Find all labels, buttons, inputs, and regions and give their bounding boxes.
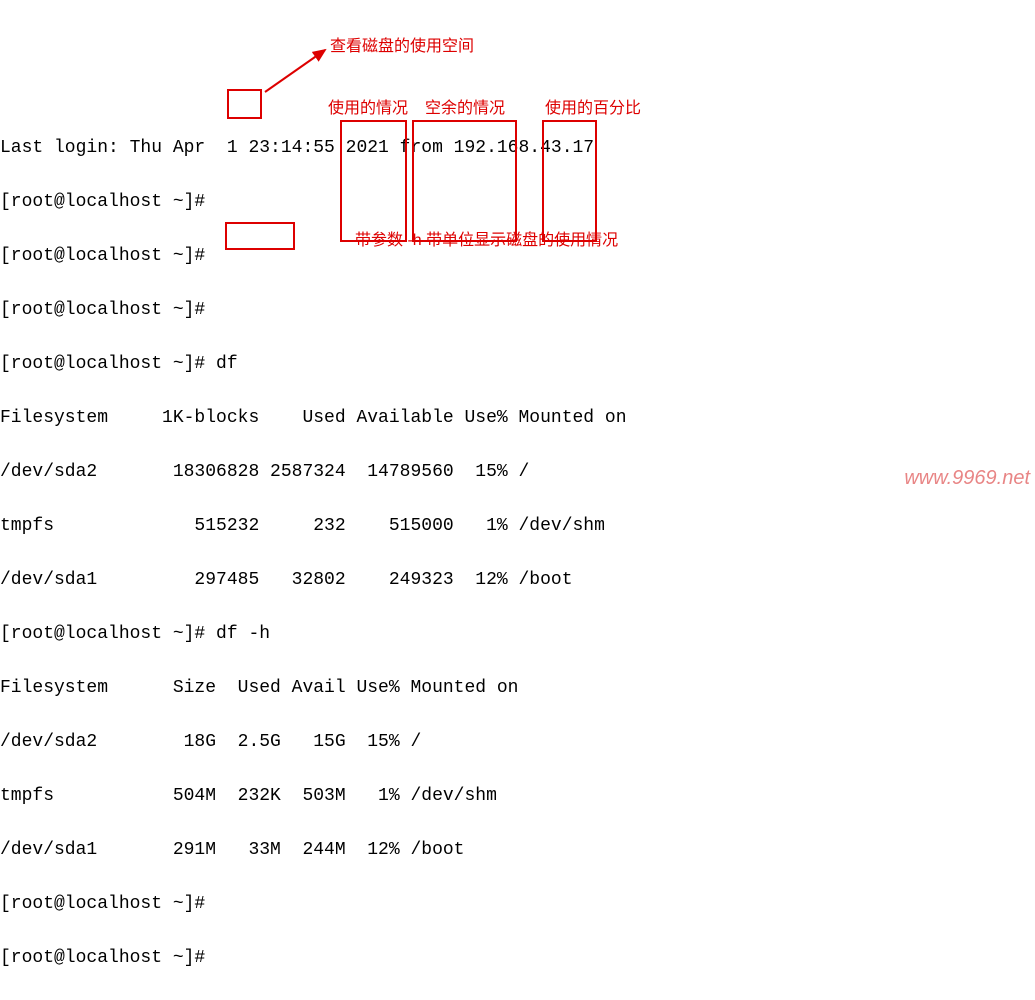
prompt: [root@localhost ~]# — [0, 192, 205, 212]
df-row: tmpfs 515232 232 515000 1% /dev/shm — [0, 513, 1035, 540]
annotation-usepct: 使用的百分比 — [545, 95, 641, 122]
dfh-header: Filesystem Size Used Avail Use% Mounted … — [0, 675, 1035, 702]
arrow-icon — [260, 42, 340, 102]
prompt: [root@localhost ~]# — [0, 354, 205, 374]
annotation-used: 使用的情况 — [328, 95, 408, 122]
box-df-command — [227, 89, 262, 119]
box-available-column — [412, 120, 517, 242]
watermark: www.9969.net — [904, 465, 1030, 492]
prompt: [root@localhost ~]# — [0, 948, 205, 968]
df-row: /dev/sda2 18306828 2587324 14789560 15% … — [0, 459, 1035, 486]
dfh-row: tmpfs 504M 232K 503M 1% /dev/shm — [0, 783, 1035, 810]
dfh-row: /dev/sda1 291M 33M 244M 12% /boot — [0, 837, 1035, 864]
prompt: [root@localhost ~]# — [0, 300, 205, 320]
last-login-line: Last login: Thu Apr 1 23:14:55 2021 from… — [0, 135, 1035, 162]
command-df-h: df -h — [216, 624, 270, 644]
df-header: Filesystem 1K-blocks Used Available Use%… — [0, 405, 1035, 432]
dfh-row: /dev/sda2 18G 2.5G 15G 15% / — [0, 729, 1035, 756]
df-row: /dev/sda1 297485 32802 249323 12% /boot — [0, 567, 1035, 594]
prompt: [root@localhost ~]# — [0, 246, 205, 266]
annotation-disk-usage: 查看磁盘的使用空间 — [330, 33, 474, 60]
annotation-avail: 空余的情况 — [425, 95, 505, 122]
command-df: df — [216, 354, 238, 374]
box-used-column — [340, 120, 407, 242]
prompt: [root@localhost ~]# — [0, 624, 205, 644]
prompt: [root@localhost ~]# — [0, 894, 205, 914]
box-usepct-column — [542, 120, 597, 242]
annotation-h-param: 带参数 -h 带单位显示磁盘的使用情况 — [355, 227, 618, 254]
box-dfh-command — [225, 222, 295, 250]
